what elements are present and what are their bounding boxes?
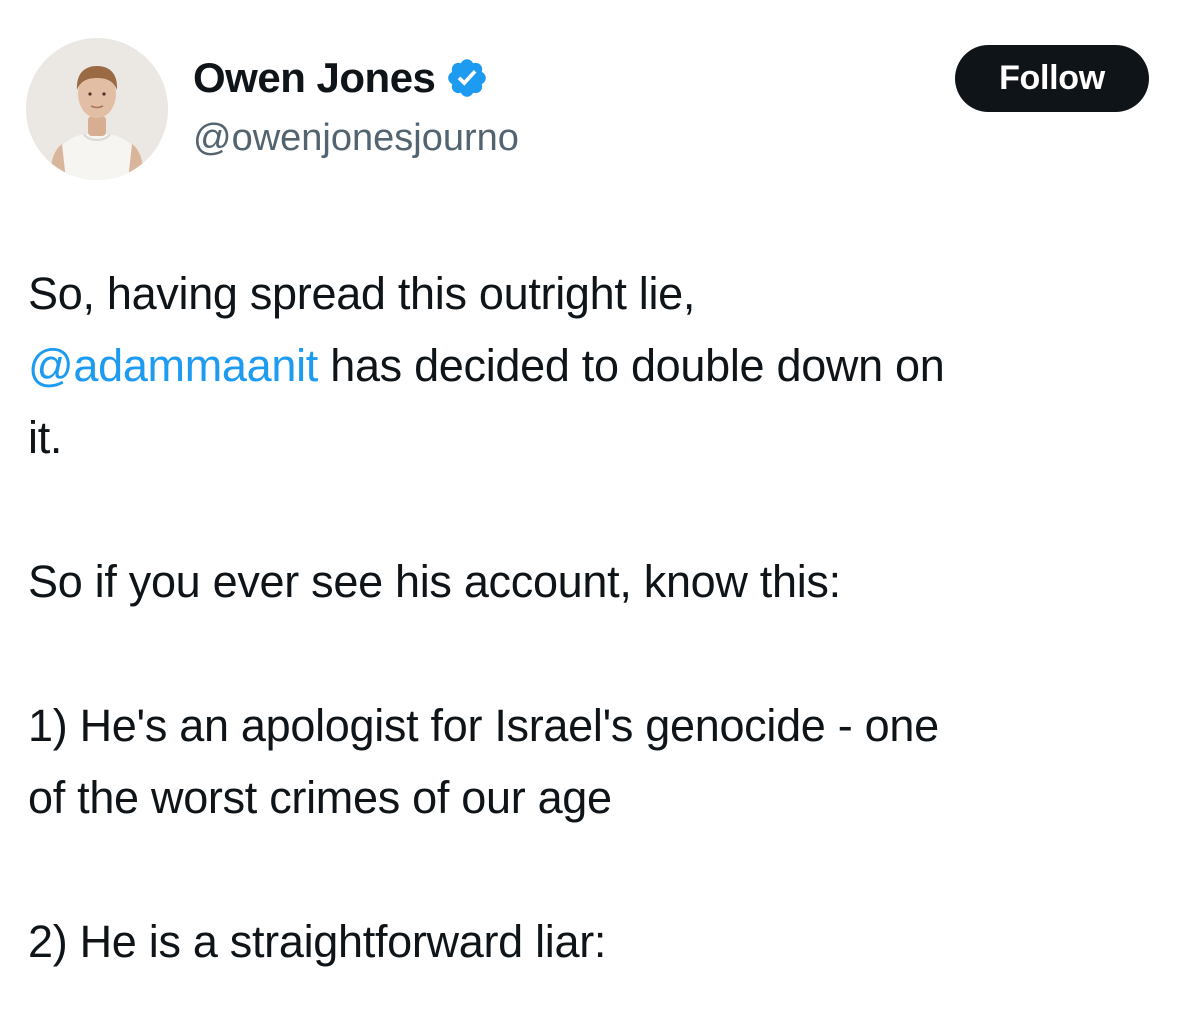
- verified-badge-icon[interactable]: [445, 56, 489, 100]
- tweet-paragraph-3: 1) He's an apologist for Israel's genoci…: [28, 690, 1178, 834]
- author-handle[interactable]: @owenjonesjourno: [193, 114, 519, 162]
- author-name-row: Owen Jones: [193, 52, 489, 104]
- tweet-text: So, having spread this outright lie, @ad…: [28, 258, 1178, 978]
- follow-button[interactable]: Follow: [955, 45, 1149, 112]
- tweet-paragraph-1: So, having spread this outright lie, @ad…: [28, 258, 1178, 474]
- tweet-paragraph-4: 2) He is a straightforward liar:: [28, 906, 1178, 978]
- author-display-name[interactable]: Owen Jones: [193, 52, 436, 104]
- tweet-paragraph-2: So if you ever see his account, know thi…: [28, 546, 1178, 618]
- tweet-line: 2) He is a straightforward liar:: [28, 916, 607, 967]
- tweet-line: So, having spread this outright lie,: [28, 268, 696, 319]
- tweet-header: Owen Jones @owenjonesjourno Follow: [0, 0, 1200, 200]
- avatar[interactable]: [26, 38, 168, 180]
- tweet-line: has decided to double down on: [318, 340, 945, 391]
- tweet-line: it.: [28, 412, 63, 463]
- tweet-line: 1) He's an apologist for Israel's genoci…: [28, 700, 939, 751]
- tweet-line: So if you ever see his account, know thi…: [28, 556, 841, 607]
- avatar-image: [26, 38, 168, 180]
- mention-link[interactable]: @adammaanit: [28, 340, 318, 391]
- tweet-line: of the worst crimes of our age: [28, 772, 612, 823]
